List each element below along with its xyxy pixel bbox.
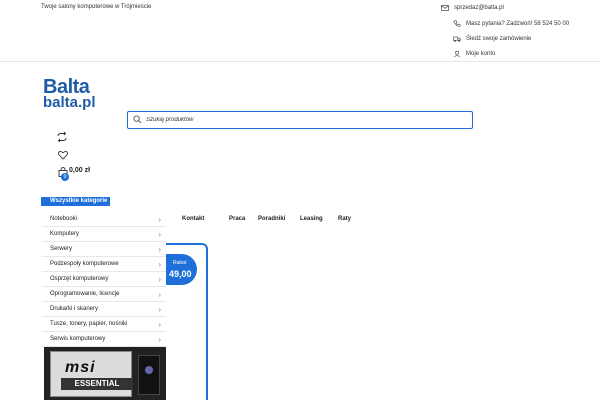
phone-icon [453, 20, 461, 27]
all-categories-button[interactable]: Wszystkie kategorie [41, 197, 110, 206]
discount-label: Rabat [173, 260, 187, 266]
category-label: Podzespoły komputerowe [50, 261, 119, 267]
chevron-right-icon: › [158, 320, 161, 329]
truck-icon [453, 36, 461, 42]
category-label: Notebooki [50, 216, 78, 222]
cart-total[interactable]: 0,00 zł [69, 167, 90, 174]
chevron-right-icon: › [158, 305, 161, 314]
heart-icon[interactable] [58, 150, 68, 160]
category-label: Serwis komputerowy [50, 336, 106, 342]
category-item[interactable]: Drukarki i skanery › [42, 302, 166, 317]
category-item[interactable]: Oprogramowanie, licencje › [42, 287, 166, 302]
nav-link-raty[interactable]: Raty [338, 216, 351, 222]
phone-link[interactable]: Masz pytania? Zadzwoń! 58 524 50 00 [453, 20, 569, 28]
category-label: Oprogramowanie, licencje [50, 291, 120, 297]
search-input[interactable] [146, 114, 466, 125]
nav-link-praca[interactable]: Praca [229, 216, 245, 222]
pc-case-image [138, 355, 160, 395]
category-item[interactable]: Podzespoły komputerowe › [42, 257, 166, 272]
search-icon[interactable] [133, 115, 142, 124]
product-brand: msi [65, 359, 96, 376]
chevron-right-icon: › [158, 335, 161, 344]
product-box-panel: msi ESSENTIAL [50, 351, 133, 397]
product-name: ESSENTIAL [61, 378, 133, 390]
category-item[interactable]: Tusze, tonery, papier, nośniki › [42, 317, 166, 332]
category-item[interactable]: Osprzęt komputerowy › [42, 272, 166, 287]
search-box [127, 111, 473, 129]
mail-icon [441, 5, 449, 11]
chevron-right-icon: › [158, 215, 161, 224]
track-order-text: Śledź swoje zamówienie [466, 36, 532, 42]
discount-value: 49,00 [169, 269, 192, 279]
category-item[interactable]: Komputery › [42, 227, 166, 242]
chevron-right-icon: › [158, 290, 161, 299]
user-icon [453, 50, 461, 58]
site-logo[interactable]: Balta balta.pl [43, 77, 105, 110]
account-link[interactable]: Moje konto [453, 50, 495, 58]
category-menu: Notebooki › Komputery › Serwery › Podzespoł… [42, 212, 166, 347]
email-link[interactable]: sprzedaz@balta.pl [441, 4, 504, 12]
category-label: Komputery [50, 231, 80, 237]
category-item[interactable]: Notebooki › [42, 212, 166, 227]
nav-link-kontakt[interactable]: Kontakt [182, 216, 204, 222]
tagline: Twoje salony komputerowe w Trójmieście [41, 4, 152, 10]
chevron-right-icon: › [158, 245, 161, 254]
logo-line-2: balta.pl [43, 94, 96, 111]
cart-count-badge: 0 [61, 173, 69, 181]
nav-link-leasing[interactable]: Leasing [300, 216, 323, 222]
category-label: Serwery [50, 246, 73, 252]
top-bar: Twoje salony komputerowe w Trójmieście s… [0, 0, 600, 62]
category-label: Osprzęt komputerowy [50, 276, 109, 282]
chevron-right-icon: › [158, 230, 161, 239]
email-text: sprzedaz@balta.pl [454, 5, 504, 11]
phone-text: Masz pytania? Zadzwoń! 58 524 50 00 [466, 21, 570, 27]
discount-badge: Rabat 49,00 [166, 254, 197, 285]
category-label: Drukarki i skanery [50, 306, 99, 312]
chevron-right-icon: › [158, 275, 161, 284]
product-image[interactable]: msi ESSENTIAL [44, 347, 166, 400]
category-item[interactable]: Serwis komputerowy › [42, 332, 166, 347]
chevron-right-icon: › [158, 260, 161, 269]
track-order-link[interactable]: Śledź swoje zamówienie [453, 35, 531, 43]
category-item[interactable]: Serwery › [42, 242, 166, 257]
compare-icon[interactable] [57, 132, 67, 142]
account-text: Moje konto [466, 51, 496, 57]
category-label: Tusze, tonery, papier, nośniki [50, 321, 128, 327]
nav-link-poradniki[interactable]: Poradniki [258, 216, 285, 222]
